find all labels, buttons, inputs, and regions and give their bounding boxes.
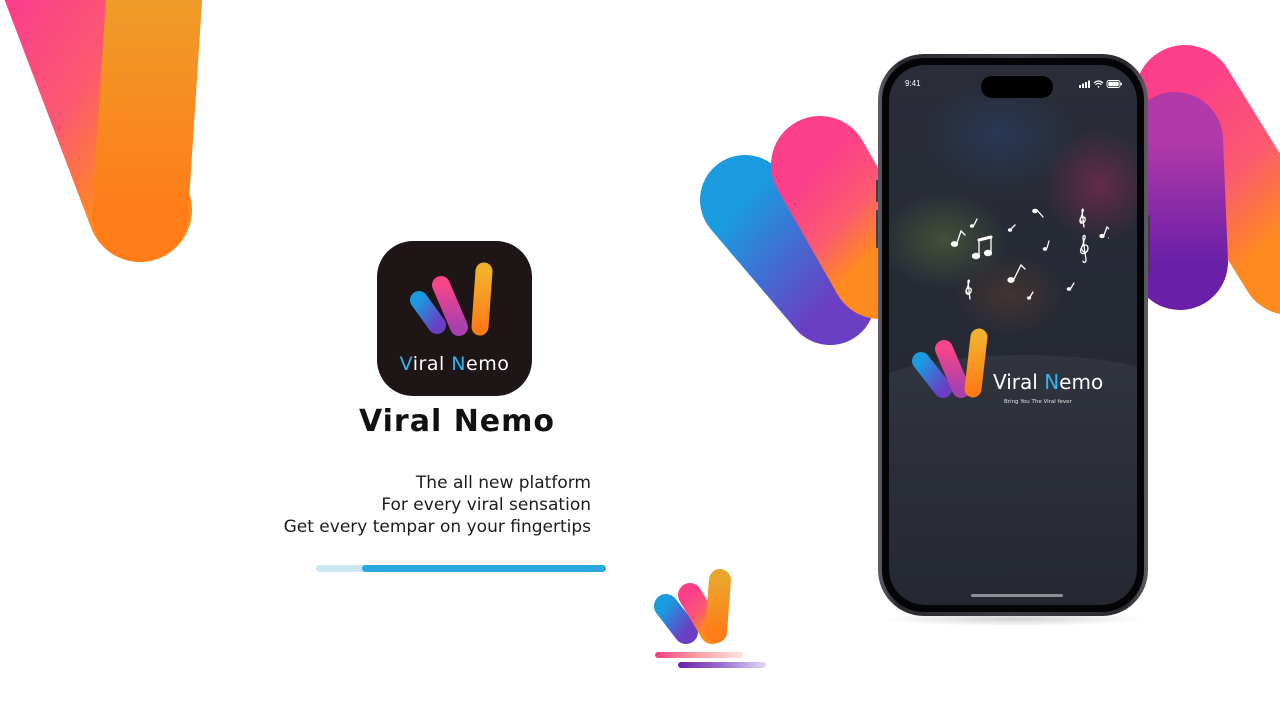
status-time: 9:41 [905, 79, 921, 88]
phone-mockup: 9:41 Viral Nemo Bring You The Viral feve… [878, 54, 1148, 616]
app-icon[interactable]: Viral Nemo [377, 241, 532, 396]
tagline-line-3: Get every tempar on your fingertips [283, 517, 591, 537]
signal-icon [1079, 80, 1090, 88]
dynamic-island [981, 76, 1053, 98]
music-notes-icon [950, 208, 1109, 300]
status-icons [1079, 80, 1122, 88]
progress-bar [316, 565, 606, 572]
mini-logo-bar-purple [678, 662, 766, 668]
top-left-stripes [0, 0, 203, 267]
phone-slogan: Bring You The Viral fever [1004, 399, 1072, 405]
app-title: Viral Nemo [358, 404, 556, 439]
battery-icon [1106, 80, 1122, 88]
phone-logo-icon [912, 328, 988, 398]
phone-bezel: 9:41 Viral Nemo Bring You The Viral feve… [882, 58, 1144, 612]
tagline-line-2: For every viral sensation [381, 495, 591, 515]
tagline-line-1: The all new platform [415, 473, 591, 493]
mini-logo-icon [654, 569, 731, 644]
app-icon-label: Viral Nemo [399, 353, 510, 375]
wifi-icon [1093, 80, 1104, 88]
progress-fill [362, 565, 606, 572]
mini-logo-bar-pink [655, 652, 743, 658]
home-indicator [971, 594, 1063, 597]
phone-brand-name: Viral Nemo [993, 370, 1104, 394]
phone-screen: 9:41 Viral Nemo Bring You The Viral feve… [889, 65, 1137, 605]
